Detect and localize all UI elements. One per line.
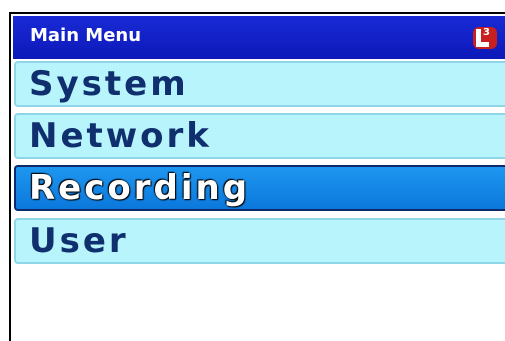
menu-item-system[interactable]: System — [14, 61, 505, 107]
page-title: Main Menu — [30, 25, 142, 46]
menu-item-label: System — [29, 64, 189, 104]
title-bar: Main Menu 3 — [13, 16, 505, 59]
menu-item-user[interactable]: User — [14, 218, 505, 264]
empty-menu-area — [13, 266, 505, 341]
main-menu-screen: Main Menu 3 System Network Recording Use… — [9, 12, 505, 341]
logo-superscript: 3 — [483, 27, 490, 38]
l3-logo-icon: 3 — [473, 27, 497, 49]
menu-item-label: Network — [29, 116, 212, 156]
menu-item-label: Recording — [29, 168, 251, 208]
menu-item-network[interactable]: Network — [14, 113, 505, 159]
menu-item-label: User — [29, 221, 129, 261]
menu-item-recording[interactable]: Recording — [14, 165, 505, 211]
